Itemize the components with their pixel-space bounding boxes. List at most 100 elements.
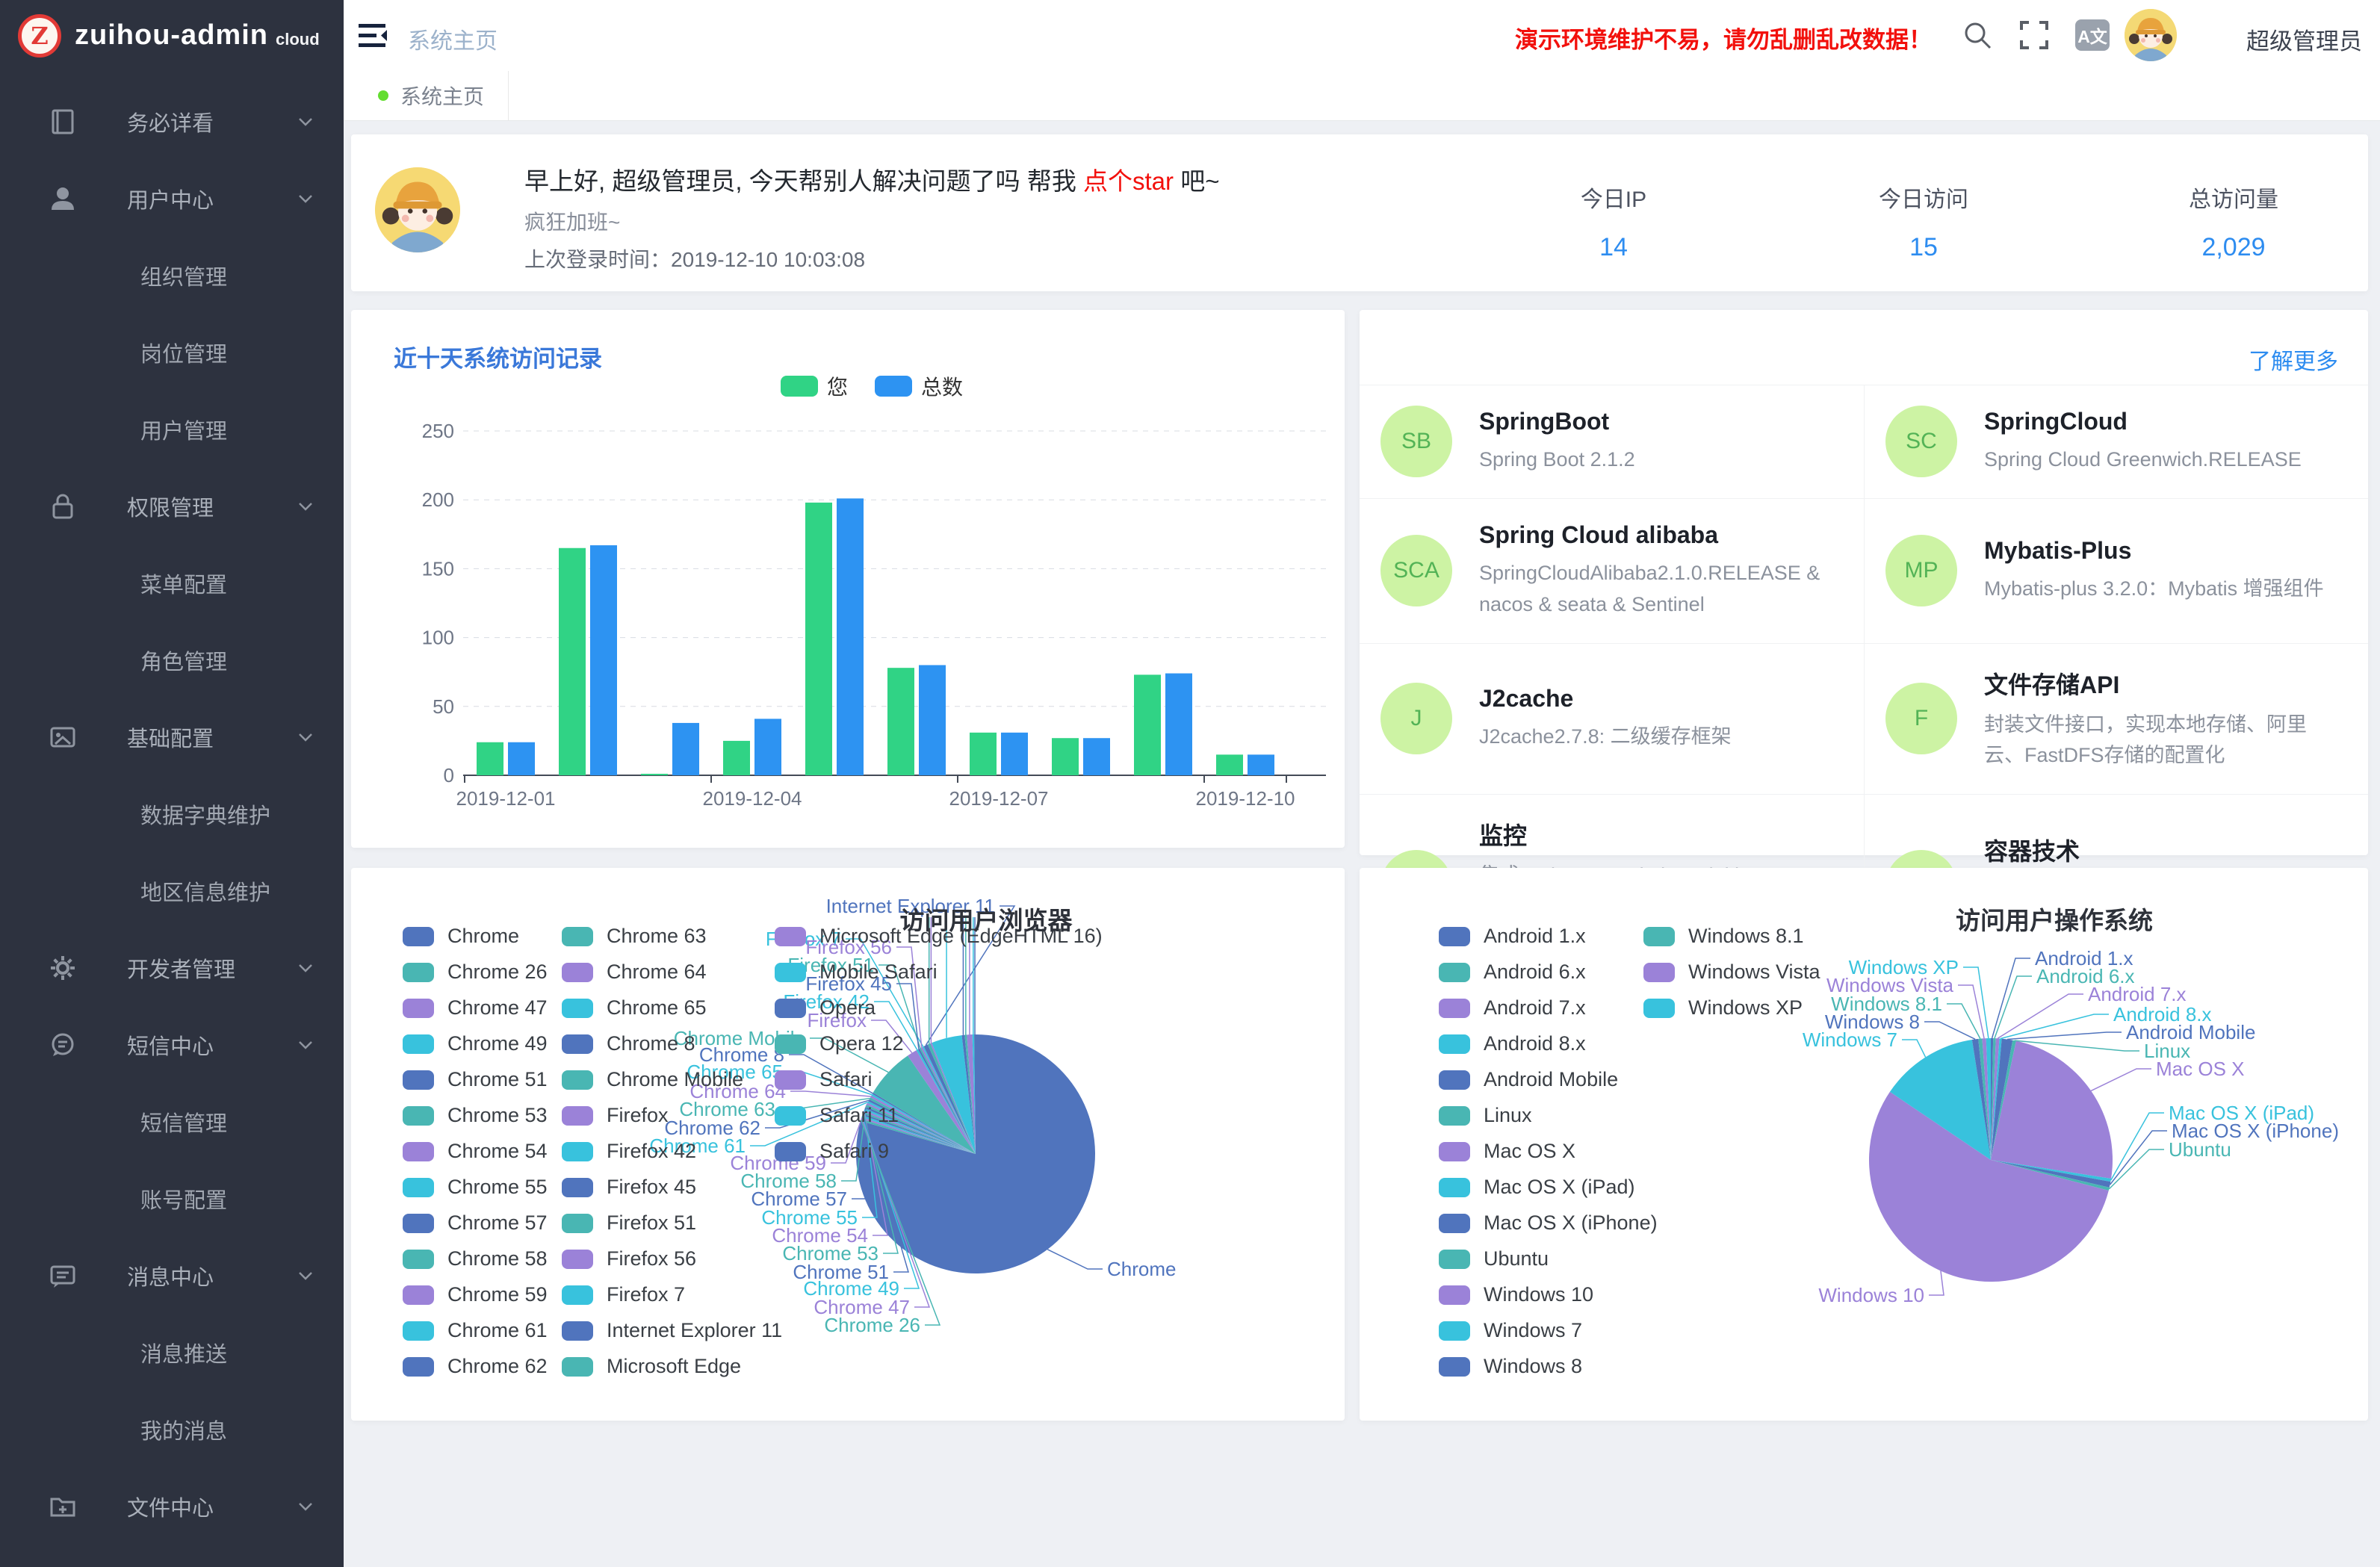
legend-item-Windows 10[interactable]: Windows 10 [1439,1283,1593,1306]
legend-item-Windows 8[interactable]: Windows 8 [1439,1355,1582,1378]
legend-item-Mac OS X (iPad)[interactable]: Mac OS X (iPad) [1439,1176,1635,1199]
fullscreen-icon[interactable] [2018,19,2050,51]
legend-item-Chrome 55[interactable]: Chrome 55 [403,1176,548,1199]
legend-item-Chrome 58[interactable]: Chrome 58 [403,1247,548,1270]
legend-item-Mac OS X[interactable]: Mac OS X [1439,1140,1575,1163]
search-icon[interactable] [1962,19,1993,51]
legend-item-Chrome 65[interactable]: Chrome 65 [562,996,707,1020]
legend-item-Firefox 42[interactable]: Firefox 42 [562,1140,696,1163]
bar-总数-2019-12-09[interactable] [1165,674,1192,775]
legend-item-Mac OS X (iPhone)[interactable]: Mac OS X (iPhone) [1439,1211,1658,1235]
bar-总数-2019-12-06[interactable] [919,665,946,775]
sidebar-item-权限管理[interactable]: 权限管理 [0,468,344,544]
sidebar-item-数据字典维护[interactable]: 数据字典维护 [0,775,344,852]
legend-item-Android 6.x[interactable]: Android 6.x [1439,961,1586,984]
sidebar-item-短信管理[interactable]: 短信管理 [0,1083,344,1160]
bar-您-2019-12-01[interactable] [477,742,503,775]
legend-item-Chrome 53[interactable]: Chrome 53 [403,1104,548,1127]
legend-item-Chrome 63[interactable]: Chrome 63 [562,925,707,948]
bar-您-2019-12-06[interactable] [887,668,914,775]
menu-fold-icon[interactable] [357,21,390,51]
bar-总数-2019-12-04[interactable] [754,719,781,775]
bar-您-2019-12-08[interactable] [1052,738,1079,775]
legend-item-Chrome 47[interactable]: Chrome 47 [403,996,548,1020]
sidebar-item-我的消息[interactable]: 我的消息 [0,1391,344,1468]
legend-item-Firefox 7[interactable]: Firefox 7 [562,1283,685,1306]
legend-item-Android 8.x[interactable]: Android 8.x [1439,1032,1586,1055]
bar-总数-2019-12-07[interactable] [1001,733,1028,775]
app-logo[interactable]: Z zuihou-admin cloud [0,0,344,71]
legend-item-Windows 7[interactable]: Windows 7 [1439,1319,1582,1342]
legend-item-Windows XP[interactable]: Windows XP [1643,996,1803,1020]
legend-item-Safari 11[interactable]: Safari 11 [775,1104,899,1127]
learn-more-link[interactable]: 了解更多 [2249,343,2338,376]
sidebar-item-消息推送[interactable]: 消息推送 [0,1314,344,1391]
legend-item-Chrome 26[interactable]: Chrome 26 [403,961,548,984]
legend-item-Chrome 59[interactable]: Chrome 59 [403,1283,548,1306]
legend-item-Chrome 57[interactable]: Chrome 57 [403,1211,548,1235]
bar-总数-2019-12-05[interactable] [837,498,864,775]
legend-item-Windows Vista[interactable]: Windows Vista [1643,961,1820,984]
legend-item-Microsoft Edge[interactable]: Microsoft Edge [562,1355,741,1378]
sidebar-item-消息中心[interactable]: 消息中心 [0,1237,344,1314]
legend-item-Android 1.x[interactable]: Android 1.x [1439,925,1586,948]
legend-item-Opera 12[interactable]: Opera 12 [775,1032,904,1055]
legend-item-Chrome 54[interactable]: Chrome 54 [403,1140,548,1163]
legend-item-Internet Explorer 11[interactable]: Internet Explorer 11 [562,1319,782,1342]
bar-您-2019-12-09[interactable] [1134,674,1161,775]
bar-总数-2019-12-01[interactable] [508,742,535,775]
sidebar-item-用户中心[interactable]: 用户中心 [0,160,344,237]
legend-item-Chrome 51[interactable]: Chrome 51 [403,1068,548,1091]
star-link[interactable]: 点个star [1083,167,1174,195]
sidebar-item-务必详看[interactable]: 务必详看 [0,83,344,160]
legend-item-Chrome 62[interactable]: Chrome 62 [403,1355,548,1378]
legend-item-Chrome 8[interactable]: Chrome 8 [562,1032,695,1055]
bar-总数-2019-12-10[interactable] [1248,754,1274,775]
legend-item-Chrome 61[interactable]: Chrome 61 [403,1319,548,1342]
legend-item-Mobile Safari[interactable]: Mobile Safari [775,961,938,984]
bar-总数-2019-12-02[interactable] [590,545,617,775]
browser-pie-title: 访问用户浏览器 [900,901,1073,937]
username-label[interactable]: 超级管理员 [2246,22,2362,56]
legend-item-Chrome 49[interactable]: Chrome 49 [403,1032,548,1055]
legend-item-Chrome 64[interactable]: Chrome 64 [562,961,707,984]
sidebar-item-角色管理[interactable]: 角色管理 [0,621,344,698]
bar-您-2019-12-10[interactable] [1216,754,1243,775]
bar-总数-2019-12-03[interactable] [672,723,699,775]
bar-您-2019-12-05[interactable] [805,503,832,775]
translate-icon[interactable]: A文 [2075,19,2110,51]
sidebar-item-开发者管理[interactable]: 开发者管理 [0,929,344,1006]
bar-您-2019-12-02[interactable] [559,548,586,775]
sidebar-item-地区信息维护[interactable]: 地区信息维护 [0,852,344,929]
legend-item-Safari[interactable]: Safari [775,1068,873,1091]
legend-item-Windows 8.1[interactable]: Windows 8.1 [1643,925,1804,948]
sidebar-item-基础配置[interactable]: 基础配置 [0,698,344,775]
legend-item-Ubuntu[interactable]: Ubuntu [1439,1247,1549,1270]
bar-您-2019-12-03[interactable] [641,774,668,775]
bar-您-2019-12-04[interactable] [723,741,750,775]
legend-item-Chrome Mobile[interactable]: Chrome Mobile [562,1068,743,1091]
legend-item-Firefox 56[interactable]: Firefox 56 [562,1247,696,1270]
sidebar-item-岗位管理[interactable]: 岗位管理 [0,314,344,391]
legend-item-Chrome[interactable]: Chrome [403,925,519,948]
sidebar-item-文件中心[interactable]: 文件中心 [0,1468,344,1545]
bar-您-2019-12-07[interactable] [970,733,997,775]
legend-item-Android 7.x[interactable]: Android 7.x [1439,996,1586,1020]
breadcrumb[interactable]: 系统主页 [408,22,498,55]
legend-item-Firefox 45[interactable]: Firefox 45 [562,1176,696,1199]
user-avatar[interactable] [2125,9,2177,61]
sidebar-item-用户管理[interactable]: 用户管理 [0,391,344,468]
legend-item-Firefox 51[interactable]: Firefox 51 [562,1211,696,1235]
tab-home[interactable]: 系统主页 [344,71,509,120]
legend-item-Opera[interactable]: Opera [775,996,876,1020]
legend-item-Safari 9[interactable]: Safari 9 [775,1140,889,1163]
bar-总数-2019-12-08[interactable] [1083,738,1110,775]
legend-item-Firefox[interactable]: Firefox [562,1104,669,1127]
sidebar-item-账号配置[interactable]: 账号配置 [0,1160,344,1237]
sidebar-item-label: 文件中心 [127,1491,214,1522]
sidebar-item-组织管理[interactable]: 组织管理 [0,237,344,314]
legend-item-Android Mobile[interactable]: Android Mobile [1439,1068,1618,1091]
sidebar-item-菜单配置[interactable]: 菜单配置 [0,544,344,621]
legend-item-Linux[interactable]: Linux [1439,1104,1532,1127]
sidebar-item-短信中心[interactable]: 短信中心 [0,1006,344,1083]
